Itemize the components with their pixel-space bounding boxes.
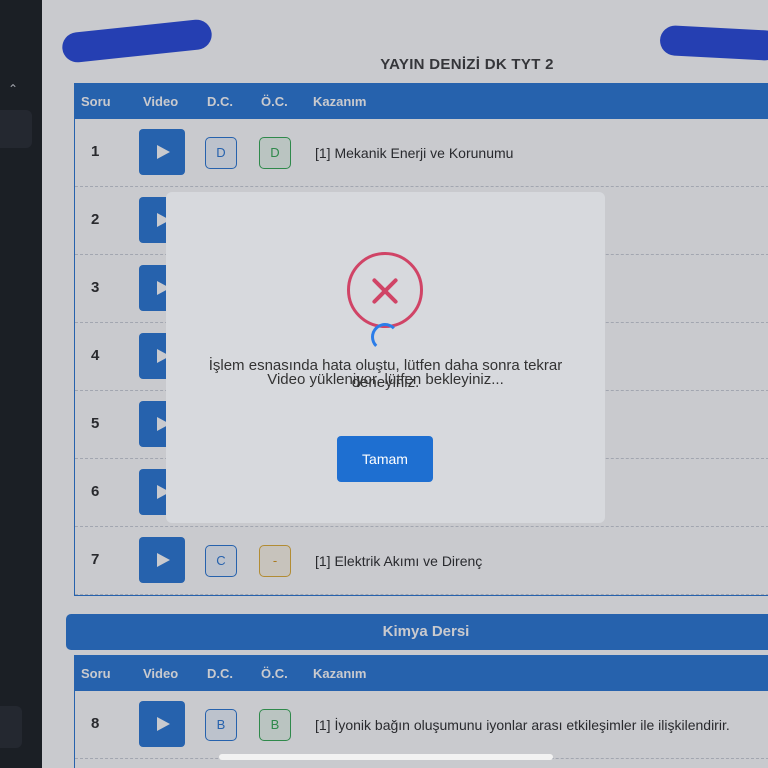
loading-message: Video yükleniyor, lütfen bekleyiniz... bbox=[267, 371, 504, 388]
error-x-icon bbox=[347, 252, 423, 328]
ok-button[interactable]: Tamam bbox=[337, 436, 433, 482]
error-dialog: İşlem esnasında hata oluştu, lütfen daha… bbox=[166, 192, 605, 523]
home-indicator[interactable] bbox=[219, 754, 553, 760]
loading-spinner-icon bbox=[371, 323, 399, 351]
